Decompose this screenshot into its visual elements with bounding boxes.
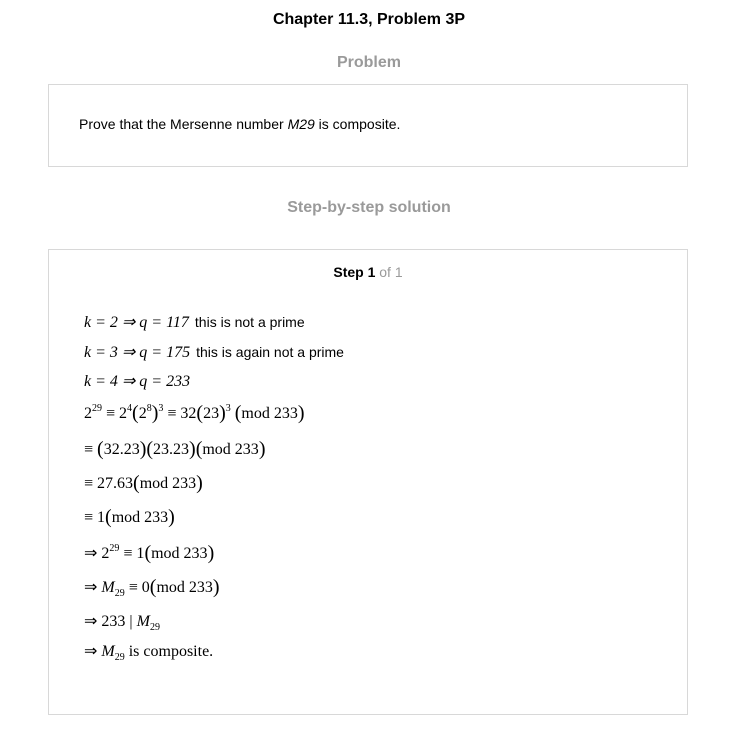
math-term: mod 233 [111,509,169,526]
note: this is again not a prime [196,344,344,360]
problem-text-after: is composite. [314,116,401,132]
math-exponent: 29 [92,403,102,414]
math-term: ⇒ [84,579,102,596]
solution-line-one: ≡ 1(mod 233) [84,506,175,528]
math-symbol: M [101,643,115,660]
math-term: ⇒ 233 | [84,613,137,630]
math-symbol: M [101,579,115,596]
math-term: mod 233 [156,579,213,596]
math-subscript: 29 [149,622,160,633]
problem-term: M29 [287,116,315,132]
solution-line-mersenne-mod: ⇒ M29 ≡ 0(mod 233) [84,576,220,599]
math-symbol: M [136,613,150,630]
math-term: mod 233 [202,441,259,458]
math-term: ⇒ [84,643,102,660]
solution-heading: Step-by-step solution [287,199,451,216]
math-term: ⇒ 2 [84,545,110,562]
math-term: mod 233 [139,475,197,492]
note: this is not a prime [194,314,305,330]
math-term: is composite. [124,643,214,660]
math-term: 23.23 [153,441,190,458]
equation: k = 2 ⇒ q = 117 [84,314,189,331]
solution-line-implies-power: ⇒ 229 ≡ 1(mod 233) [84,542,215,564]
solution-line-k4: k = 4 ⇒ q = 233 [84,371,190,391]
math-base: 2 [84,405,92,422]
math-subscript: 29 [114,588,125,599]
step-header: Step 1 of 1 [49,264,687,280]
math-subscript: 29 [114,652,125,663]
page-title: Chapter 11.3, Problem 3P [272,11,466,28]
math-exponent: 29 [109,543,120,554]
math-term: 32.23 [103,441,140,458]
solution-line-conclusion: ⇒ M29 is composite. [84,641,214,663]
math-exponent: 3 [225,403,231,414]
solution-line-k2: k = 2 ⇒ q = 117 this is not a prime [84,312,305,332]
solution-line-k3: k = 3 ⇒ q = 175 this is again not a prime [84,342,344,362]
problem-box: Prove that the Mersenne number M29 is co… [48,84,688,167]
math-term: ≡ 1 [84,509,106,526]
math-term: ≡ 1 [119,545,145,562]
solution-box: Step 1 of 1 k = 2 ⇒ q = 117 this is not a… [48,249,688,715]
math-term: ≡ [84,441,98,458]
equation: k = 3 ⇒ q = 175 [84,344,191,361]
math-term: 23 [203,405,220,422]
math-term: ≡ 32 [163,405,197,422]
math-term: mod 233 [151,545,208,562]
equation: k = 4 ⇒ q = 233 [84,373,191,390]
step-label: Step 1 [333,264,376,280]
math-term: ≡ 27.63 [84,475,134,492]
problem-text-before: Prove that the Mersenne number [79,116,288,132]
solution-line-power: 229 ≡ 24(28)3 ≡ 32(23)3 (mod 233) [84,402,305,424]
math-term: 2 [138,405,147,422]
solution-line-result: ≡ 27.63(mod 233) [84,472,203,494]
math-term: ≡ 2 [102,405,128,422]
step-count: of 1 [375,264,403,280]
problem-heading: Problem [336,54,401,71]
math-term: ≡ 0 [124,579,150,596]
solution-line-divides: ⇒ 233 | M29 [84,611,160,633]
math-term: mod 233 [241,405,298,422]
solution-line-product: ≡ (32.23)(23.23)(mod 233) [84,438,266,460]
problem-statement: Prove that the Mersenne number M29 is co… [79,116,400,132]
